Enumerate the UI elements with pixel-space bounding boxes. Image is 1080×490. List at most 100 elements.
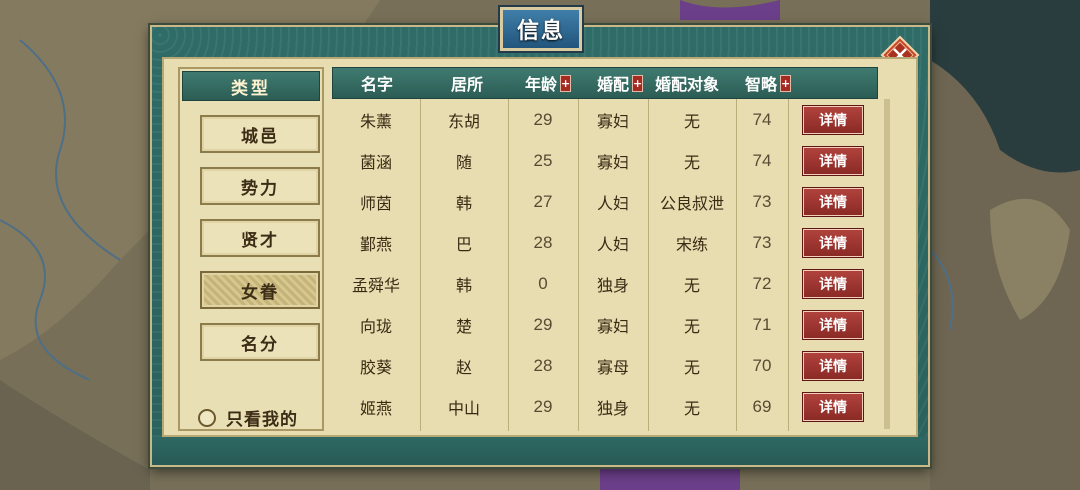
- cell-residence: 巴: [455, 234, 472, 254]
- detail-button[interactable]: 详情: [803, 105, 863, 134]
- cell-detail: 详情: [788, 345, 878, 386]
- column-label: 智略: [745, 75, 778, 94]
- column-name: 名字: [361, 68, 393, 98]
- cell-detail: 详情: [788, 222, 878, 263]
- cell-name: 师茵: [359, 193, 392, 213]
- column-age: 年龄 +: [525, 68, 572, 98]
- cell-detail: 详情: [788, 386, 878, 427]
- type-header: 类型: [182, 71, 320, 101]
- cell-spouse: 无: [683, 275, 700, 295]
- detail-button[interactable]: 详情: [803, 392, 863, 421]
- type-faction-button[interactable]: 势力: [200, 167, 320, 205]
- cell-spouse: 宋练: [675, 234, 708, 254]
- cell-detail: 详情: [788, 99, 878, 140]
- table-row: 鄞燕 巴 28 人妇 宋练 73 详情: [332, 222, 878, 263]
- cell-intellect: 69: [752, 396, 772, 416]
- cell-intellect: 74: [752, 150, 772, 170]
- detail-button[interactable]: 详情: [803, 146, 863, 175]
- detail-button[interactable]: 详情: [803, 310, 863, 339]
- cell-age: 28: [533, 355, 553, 375]
- column-label: 居所: [451, 75, 484, 94]
- cell-marriage: 寡妇: [596, 152, 629, 172]
- column-label: 年龄: [525, 75, 558, 94]
- cell-age: 29: [533, 109, 553, 129]
- detail-button[interactable]: 详情: [803, 228, 863, 257]
- cell-spouse: 无: [683, 398, 700, 418]
- cell-intellect: 71: [752, 314, 772, 334]
- cell-intellect: 73: [752, 191, 772, 211]
- column-spouse: 婚配对象: [655, 68, 719, 98]
- info-dialog: 信息 类型 城邑 势力 贤才 女眷 名分 只看我的 名字 居所 年龄 + 婚配 …: [150, 7, 930, 467]
- cell-name: 向珑: [359, 316, 392, 336]
- cell-marriage: 独身: [596, 398, 629, 418]
- content-panel: 类型 城邑 势力 贤才 女眷 名分 只看我的 名字 居所 年龄 + 婚配 + 婚…: [162, 57, 918, 437]
- only-mine-label: 只看我的: [226, 410, 298, 430]
- type-panel: 类型 城邑 势力 贤才 女眷 名分 只看我的: [178, 67, 324, 431]
- radio-icon[interactable]: [198, 408, 216, 427]
- cell-detail: 详情: [788, 181, 878, 222]
- detail-button[interactable]: 详情: [803, 187, 863, 216]
- cell-residence: 中山: [447, 398, 480, 418]
- table-scrollbar[interactable]: [884, 99, 890, 429]
- type-talent-button[interactable]: 贤才: [200, 219, 320, 257]
- cell-marriage: 人妇: [596, 234, 629, 254]
- cell-intellect: 73: [752, 232, 772, 252]
- cell-residence: 赵: [455, 357, 472, 377]
- cell-name: 菌涵: [359, 152, 392, 172]
- cell-spouse: 无: [683, 111, 700, 131]
- type-title-button[interactable]: 名分: [200, 323, 320, 361]
- cell-residence: 楚: [455, 316, 472, 336]
- cell-intellect: 70: [752, 355, 772, 375]
- sort-marriage-button[interactable]: +: [632, 74, 644, 92]
- cell-residence: 东胡: [447, 111, 480, 131]
- cell-age: 0: [538, 273, 548, 293]
- dialog-title: 信息: [500, 7, 582, 51]
- type-female-button[interactable]: 女眷: [200, 271, 320, 309]
- cell-marriage: 寡妇: [596, 111, 629, 131]
- type-city-button[interactable]: 城邑: [200, 115, 320, 153]
- cell-spouse: 无: [683, 316, 700, 336]
- cell-marriage: 寡妇: [596, 316, 629, 336]
- table-row: 菌涵 随 25 寡妇 无 74 详情: [332, 140, 878, 181]
- female-table: 名字 居所 年龄 + 婚配 + 婚配对象 智略 + 朱薰 东胡 29 寡妇 无 …: [332, 67, 878, 431]
- column-marriage: 婚配 +: [597, 68, 644, 98]
- cell-spouse: 无: [683, 152, 700, 172]
- cell-detail: 详情: [788, 140, 878, 181]
- column-label: 婚配对象: [655, 75, 720, 94]
- cell-name: 朱薰: [359, 111, 392, 131]
- cell-age: 29: [533, 314, 553, 334]
- cell-detail: 详情: [788, 304, 878, 345]
- cell-marriage: 寡母: [596, 357, 629, 377]
- cell-detail: 详情: [788, 263, 878, 304]
- cell-age: 25: [533, 150, 553, 170]
- cell-name: 鄞燕: [359, 234, 392, 254]
- detail-button[interactable]: 详情: [803, 269, 863, 298]
- table-row: 姬燕 中山 29 独身 无 69 详情: [332, 386, 878, 427]
- cell-spouse: 公良叔泄: [659, 193, 724, 213]
- sort-age-button[interactable]: +: [560, 74, 572, 92]
- table-header: 名字 居所 年龄 + 婚配 + 婚配对象 智略 +: [332, 67, 878, 99]
- cell-name: 孟舜华: [351, 275, 400, 295]
- cell-residence: 韩: [455, 193, 472, 213]
- cell-age: 28: [533, 232, 553, 252]
- cell-residence: 随: [455, 152, 472, 172]
- detail-button[interactable]: 详情: [803, 351, 863, 380]
- cell-spouse: 无: [683, 357, 700, 377]
- table-row: 师茵 韩 27 人妇 公良叔泄 73 详情: [332, 181, 878, 222]
- cell-intellect: 74: [752, 109, 772, 129]
- table-row: 胶葵 赵 28 寡母 无 70 详情: [332, 345, 878, 386]
- column-intellect: 智略 +: [745, 68, 792, 98]
- sort-intellect-button[interactable]: +: [780, 74, 792, 92]
- cell-name: 姬燕: [359, 398, 392, 418]
- cell-intellect: 72: [752, 273, 772, 293]
- column-residence: 居所: [451, 68, 483, 98]
- only-mine-toggle[interactable]: 只看我的: [198, 405, 298, 430]
- table-body: 朱薰 东胡 29 寡妇无 74 详情 菌涵随 25 寡妇无 74 详情 师茵韩 27 人妇 公良叔泄 73 详情…: [332, 99, 878, 431]
- table-row: 孟舜华 韩 0 独身 无 72 详情: [332, 263, 878, 304]
- cell-name: 胶葵: [359, 357, 392, 377]
- cell-residence: 韩: [455, 275, 472, 295]
- frame-bottom: [152, 437, 928, 465]
- table-row: 朱薰 东胡 29 寡妇 无 74 详情: [332, 99, 878, 140]
- cell-marriage: 人妇: [596, 193, 629, 213]
- table-row: 向珑 楚 29 寡妇 无 71 详情: [332, 304, 878, 345]
